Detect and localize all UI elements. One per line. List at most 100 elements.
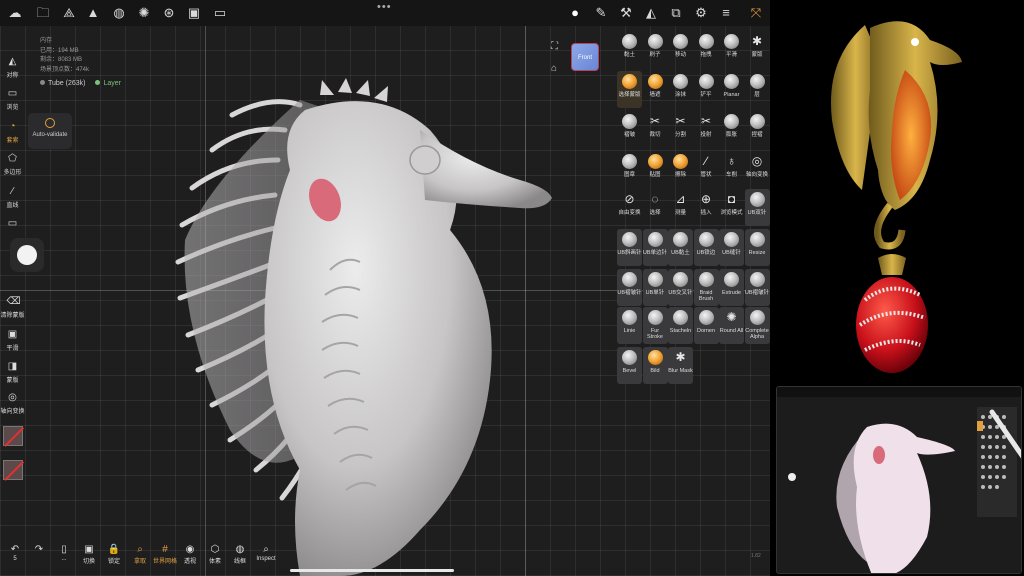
tool-4-5[interactable]: UB双针 <box>744 189 770 226</box>
tool-7-3[interactable]: Dornen <box>693 307 719 344</box>
tool-0-3[interactable]: 拖拽 <box>694 31 719 68</box>
move-icon[interactable]: ⤧ <box>747 4 765 22</box>
tool-7-5[interactable]: Complete Alpha <box>744 307 770 344</box>
tool-1-1[interactable]: 墙遮 <box>643 71 668 108</box>
left-tool-smooth[interactable]: ▣ 平滑 <box>0 329 25 352</box>
tool-7-2[interactable]: Stacheln <box>668 307 693 344</box>
tool-1-5[interactable]: 层 <box>745 71 770 108</box>
bottom-tool-grid[interactable]: # 世界网格 <box>153 544 177 565</box>
tool-icon[interactable]: ⚒ <box>617 4 635 22</box>
scene-icon[interactable]: ⟁ <box>60 4 78 22</box>
tool-2-1[interactable]: ✂ 裁切 <box>643 111 668 148</box>
tool-label: Extrude <box>722 290 741 296</box>
background-icon[interactable]: ▣ <box>185 4 203 22</box>
bottom-tool-inspect[interactable]: ⌕ Inspect <box>254 544 278 562</box>
left-tool-polygon[interactable]: ⬠ 多边形 <box>0 153 25 176</box>
fullscreen-icon[interactable]: ⛶ <box>551 41 558 52</box>
light-icon[interactable]: ✺ <box>135 4 153 22</box>
tool-1-3[interactable]: 铲平 <box>694 71 719 108</box>
tool-1-0[interactable]: 选择蒙版 <box>617 71 642 108</box>
menu-icon[interactable]: ☁ <box>6 4 24 22</box>
stroke-icon[interactable]: ✎ <box>592 4 610 22</box>
left-tool-line[interactable]: ∕ 直线 <box>0 186 25 209</box>
folder-icon[interactable]: 🗀 <box>34 4 52 22</box>
left-tool-symmetry[interactable]: ◭ 对称 <box>0 56 25 79</box>
bottom-tool-eye[interactable]: ◉ 透视 <box>178 544 202 565</box>
bottom-tool-phone[interactable]: ▯... <box>52 544 76 562</box>
tool-3-5[interactable]: ◎ 轴向变换 <box>745 151 770 188</box>
tool-3-3[interactable]: ∕ 管状 <box>694 151 719 188</box>
left-tool-clear-mask[interactable]: ⌫ 清除蒙版 <box>0 296 25 319</box>
bottom-tool-image[interactable]: ▣ 切换 <box>77 544 101 565</box>
view-cube[interactable]: Front <box>571 43 599 71</box>
tool-2-4[interactable]: 膨胀 <box>719 111 744 148</box>
tool-6-5[interactable]: UB褶皱针 <box>744 269 770 306</box>
tool-0-4[interactable]: 平滑 <box>719 31 744 68</box>
tool-5-3[interactable]: UB铁边 <box>693 229 719 266</box>
tool-5-1[interactable]: UB单边针 <box>642 229 668 266</box>
tool-6-0[interactable]: UB褶皱针 <box>617 269 642 306</box>
gizmo-icon[interactable]: ≡ <box>717 4 735 22</box>
tool-3-2[interactable]: 擦除 <box>668 151 693 188</box>
object-name[interactable]: Tube (263k) <box>40 80 85 87</box>
dots-icon[interactable]: ••• <box>377 1 392 13</box>
tool-6-3[interactable]: Braid Brush <box>693 269 719 306</box>
tool-4-0[interactable]: ⊘ 自由变换 <box>617 189 642 226</box>
tool-3-4[interactable]: ♁ 车削 <box>719 151 744 188</box>
tool-0-1[interactable]: 刷子 <box>643 31 668 68</box>
tool-5-5[interactable]: Resize <box>744 229 770 266</box>
bottom-tool-redo[interactable]: ↷ <box>27 544 51 556</box>
postprocess-icon[interactable]: ⊛ <box>160 4 178 22</box>
settings-icon[interactable]: ⚙ <box>692 4 710 22</box>
tool-8-0[interactable]: Bevel <box>617 347 642 384</box>
left-tool-mask[interactable]: ◨ 蒙版 <box>0 361 25 384</box>
tool-7-0[interactable]: Linie <box>617 307 642 344</box>
tool-2-5[interactable]: 捏褶 <box>745 111 770 148</box>
bottom-tool-pick[interactable]: ⌕ 拿取 <box>128 544 152 565</box>
tool-3-0[interactable]: 图章 <box>617 151 642 188</box>
tool-5-4[interactable]: UB缝针 <box>719 229 744 266</box>
left-tool-rect[interactable]: ▭ <box>0 218 25 232</box>
tool-7-1[interactable]: Fur Stroke <box>642 307 668 344</box>
left-tool-view[interactable]: ▭ 浏览 <box>0 88 25 111</box>
tool-0-0[interactable]: 黏土 <box>617 31 642 68</box>
tool-8-1[interactable]: Bild <box>642 347 668 384</box>
bottom-tool-voxel[interactable]: ⬡ 体素 <box>203 544 227 565</box>
matcap-icon[interactable]: ● <box>566 4 584 22</box>
tool-1-2[interactable]: 涂抹 <box>668 71 693 108</box>
undo-count: 5 <box>13 556 17 562</box>
layer-name[interactable]: Layer <box>95 80 121 87</box>
tool-6-2[interactable]: UB交叉针 <box>668 269 693 306</box>
tool-4-4[interactable]: ◘ 浏览模式 <box>719 189 744 226</box>
left-tool-lasso[interactable]: ◔ 套索 <box>0 121 25 144</box>
tool-4-1[interactable]: ◌ 选择 <box>643 189 668 226</box>
tool-2-0[interactable]: 褶皱 <box>617 111 642 148</box>
material-icon[interactable]: ◍ <box>110 4 128 22</box>
view-cube-label: Front <box>577 55 592 61</box>
tool-4-3[interactable]: ⊕ 插入 <box>694 189 719 226</box>
auto-validate-button[interactable]: Auto-validate <box>28 113 72 149</box>
tool-8-2[interactable]: ✱ Blur Mask <box>668 347 693 384</box>
layers-icon[interactable]: ⧉ <box>667 4 685 22</box>
tool-7-4[interactable]: ✺ Round All <box>719 307 744 344</box>
tool-5-2[interactable]: UB黏土 <box>668 229 693 266</box>
bottom-tool-wire[interactable]: ◍ 线框 <box>228 544 252 565</box>
bottom-tool-undo[interactable]: ↶ 5 <box>3 544 27 562</box>
left-tool-axis[interactable]: ◎ 轴向变换 <box>0 392 25 415</box>
mesh-icon[interactable]: ▲ <box>84 4 102 22</box>
bottom-tool-lock[interactable]: 🔒 锁定 <box>102 544 126 565</box>
tool-3-1[interactable]: 贴图 <box>643 151 668 188</box>
tool-4-2[interactable]: ⊿ 测量 <box>668 189 693 226</box>
tool-label: Bevel <box>622 368 637 374</box>
symmetry-icon[interactable]: ◭ <box>642 4 660 22</box>
tool-2-3[interactable]: ✂ 投射 <box>694 111 719 148</box>
tool-1-4[interactable]: Planar <box>719 71 744 108</box>
home-icon[interactable]: ⌂ <box>551 63 557 74</box>
tool-0-2[interactable]: 移动 <box>668 31 693 68</box>
tool-2-2[interactable]: ✂ 分割 <box>668 111 693 148</box>
video-icon[interactable]: ▭ <box>211 4 229 22</box>
tool-0-5[interactable]: ✱ 蒙版 <box>745 31 770 68</box>
tool-6-4[interactable]: Extrude <box>719 269 744 306</box>
tool-6-1[interactable]: UB单针 <box>642 269 668 306</box>
tool-5-0[interactable]: UB斜画针 <box>617 229 642 266</box>
